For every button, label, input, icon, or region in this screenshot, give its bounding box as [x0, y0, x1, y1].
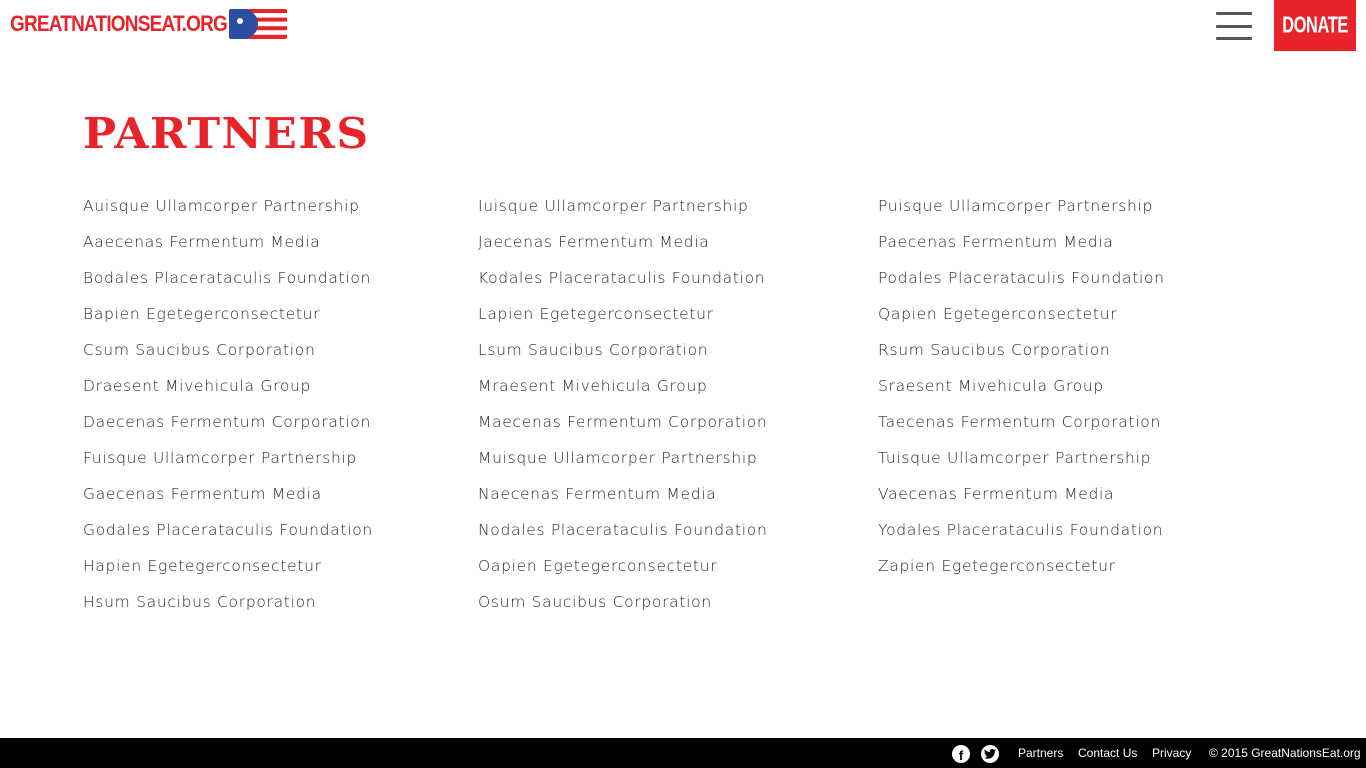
partner-item: Oapien Egetegerconsectetur [478, 557, 718, 575]
footer-link-contact-us[interactable]: Contact Us [1078, 738, 1137, 768]
footer-link-partners[interactable]: Partners [1018, 738, 1063, 768]
partner-item: Naecenas Fermentum Media [478, 485, 717, 503]
partner-item: Jaecenas Fermentum Media [478, 233, 710, 251]
partner-item: Lapien Egetegerconsectetur [478, 305, 714, 323]
partner-item: Tuisque Ullamcorper Partnership [878, 449, 1152, 467]
partner-column-3: Puisque Ullamcorper Partnership Paecenas… [878, 194, 1165, 590]
logo-text: GREATNATIONSEAT.ORG [10, 11, 228, 37]
twitter-icon[interactable] [981, 745, 999, 763]
menu-bar [1216, 12, 1252, 15]
partner-item: Bodales Placerataculis Foundation [83, 269, 372, 287]
partner-item: Qapien Egetegerconsectetur [878, 305, 1118, 323]
partner-item: Hapien Egetegerconsectetur [83, 557, 322, 575]
page-title: PARTNERS [83, 110, 370, 159]
partner-item: Maecenas Fermentum Corporation [478, 413, 768, 431]
hamburger-menu-icon[interactable] [1216, 10, 1252, 42]
partner-item: Muisque Ullamcorper Partnership [478, 449, 758, 467]
partner-item: Kodales Placerataculis Foundation [478, 269, 766, 287]
partner-item: Gaecenas Fermentum Media [83, 485, 322, 503]
partner-item: Iuisque Ullamcorper Partnership [478, 197, 749, 215]
partner-item: Yodales Placerataculis Foundation [878, 521, 1164, 539]
partner-item: Vaecenas Fermentum Media [878, 485, 1115, 503]
partner-item: Auisque Ullamcorper Partnership [83, 197, 360, 215]
partner-item: Rsum Saucibus Corporation [878, 341, 1111, 359]
footer: f Partners Contact Us Privacy © 2015 Gre… [0, 738, 1366, 768]
partner-item: Csum Saucibus Corporation [83, 341, 316, 359]
donate-label: DONATE [1282, 12, 1348, 38]
partner-item: Lsum Saucibus Corporation [478, 341, 709, 359]
partner-item: Fuisque Ullamcorper Partnership [83, 449, 358, 467]
footer-link-privacy[interactable]: Privacy [1152, 738, 1191, 768]
partner-item: Godales Placerataculis Foundation [83, 521, 373, 539]
partner-item: Bapien Egetegerconsectetur [83, 305, 321, 323]
site-logo[interactable]: GREATNATIONSEAT.ORG [10, 8, 288, 40]
menu-bar [1216, 24, 1252, 28]
partner-item: Podales Placerataculis Foundation [878, 269, 1165, 287]
partner-item: Hsum Saucibus Corporation [83, 593, 317, 611]
partner-column-1: Auisque Ullamcorper Partnership Aaecenas… [83, 194, 373, 626]
donate-button[interactable]: DONATE [1274, 0, 1356, 51]
partner-item: Daecenas Fermentum Corporation [83, 413, 372, 431]
partner-item: Taecenas Fermentum Corporation [878, 413, 1161, 431]
menu-bar [1216, 37, 1252, 40]
partner-item: Osum Saucibus Corporation [478, 593, 712, 611]
facebook-icon[interactable]: f [952, 745, 970, 763]
partner-item: Nodales Placerataculis Foundation [478, 521, 768, 539]
flag-logo-icon [229, 9, 288, 39]
partner-item: Mraesent Mivehicula Group [478, 377, 708, 395]
partner-item: Draesent Mivehicula Group [83, 377, 312, 395]
partner-column-2: Iuisque Ullamcorper Partnership Jaecenas… [478, 194, 768, 626]
partner-item: Zapien Egetegerconsectetur [878, 557, 1116, 575]
page: GREATNATIONSEAT.ORG DONATE PARTNERS Auis… [0, 0, 1366, 768]
partner-item: Aaecenas Fermentum Media [83, 233, 321, 251]
partner-item: Sraesent Mivehicula Group [878, 377, 1104, 395]
partner-item: Puisque Ullamcorper Partnership [878, 197, 1154, 215]
copyright-text: © 2015 GreatNationsEat.org [1209, 746, 1361, 760]
partner-item: Paecenas Fermentum Media [878, 233, 1114, 251]
